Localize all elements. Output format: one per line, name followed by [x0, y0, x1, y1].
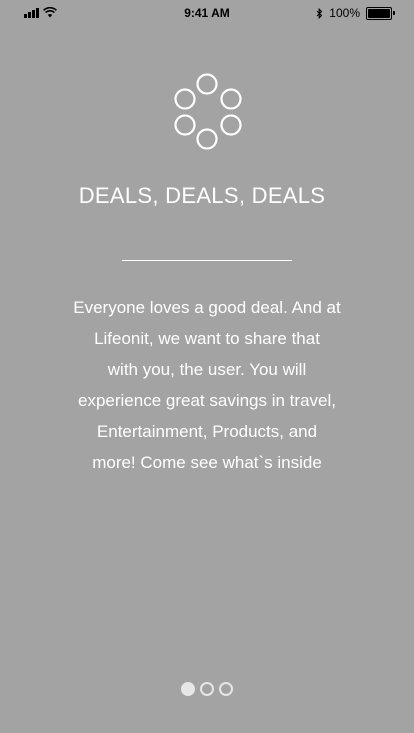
bluetooth-icon	[316, 7, 323, 19]
description-line: more! Come see what`s inside	[92, 453, 322, 472]
battery-percent: 100%	[329, 6, 360, 20]
page-dot-1[interactable]	[181, 682, 195, 696]
status-right: 100%	[316, 6, 395, 20]
description-line: experience great savings in travel,	[78, 391, 336, 410]
battery-icon	[366, 6, 395, 20]
circle-ring-icon	[174, 73, 242, 150]
page-dot-3[interactable]	[219, 682, 233, 696]
page-title: DEALS, DEALS, DEALS	[78, 183, 326, 208]
title-divider	[122, 260, 292, 261]
page-dot-2[interactable]	[200, 682, 214, 696]
description-line: Entertainment, Products, and	[96, 422, 318, 441]
description-line: Everyone loves a good deal. And at	[73, 298, 341, 317]
description-line: with you, the user. You will	[107, 360, 307, 379]
page-indicator	[0, 682, 414, 696]
description-text: Everyone loves a good deal. And at Lifeo…	[55, 292, 359, 478]
status-bar: 9:41 AM 100%	[0, 0, 414, 28]
description-line: Lifeonit, we want to share that	[94, 329, 320, 348]
